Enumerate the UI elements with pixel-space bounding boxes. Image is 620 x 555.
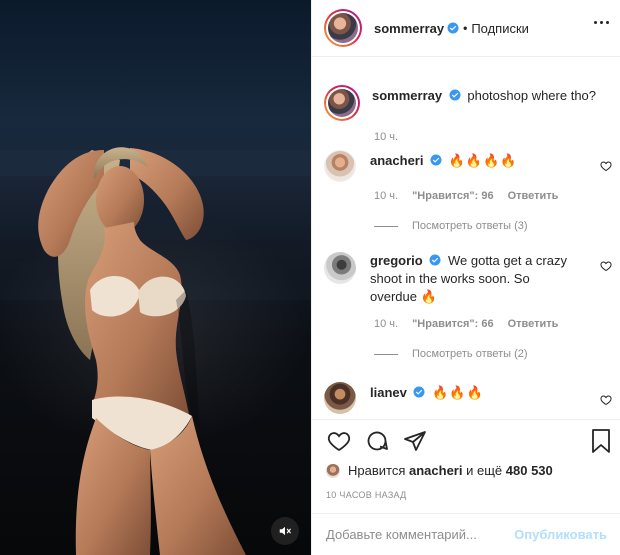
like-comment-heart-icon[interactable] bbox=[600, 160, 612, 172]
follow-button[interactable]: Подписки bbox=[471, 21, 529, 36]
heart-icon bbox=[327, 431, 351, 451]
caption-username[interactable]: sommerray bbox=[372, 88, 442, 103]
comment-avatar[interactable] bbox=[324, 150, 356, 182]
comment-item: lianev 🔥🔥🔥 bbox=[324, 382, 614, 414]
caption-avatar[interactable] bbox=[324, 85, 360, 121]
caption-time[interactable]: 10 ч. bbox=[374, 131, 398, 143]
comment-likes[interactable]: "Нравится": 96 bbox=[412, 190, 493, 202]
replies-divider bbox=[374, 353, 398, 355]
like-comment-heart-icon[interactable] bbox=[600, 260, 612, 272]
comment-time[interactable]: 10 ч. bbox=[374, 318, 398, 330]
more-options-button[interactable] bbox=[594, 21, 609, 24]
publish-button[interactable]: Опубликовать bbox=[514, 527, 607, 542]
share-button[interactable] bbox=[402, 428, 428, 454]
comment-text: 🔥🔥🔥 bbox=[432, 385, 484, 400]
comment-button[interactable] bbox=[364, 428, 390, 454]
likes-summary[interactable]: Нравится anacheri и ещё 480 530 bbox=[326, 463, 553, 478]
comment-avatar[interactable] bbox=[324, 382, 356, 414]
mute-button[interactable] bbox=[271, 517, 299, 545]
post-media[interactable] bbox=[0, 0, 311, 555]
likes-count[interactable]: 480 530 bbox=[506, 463, 553, 478]
more-icon bbox=[594, 21, 597, 24]
verified-icon bbox=[413, 386, 425, 398]
header-separator: • bbox=[463, 21, 468, 35]
reply-button[interactable]: Ответить bbox=[508, 318, 559, 330]
caption-text: photoshop where tho? bbox=[467, 88, 597, 103]
author-avatar[interactable] bbox=[324, 9, 362, 47]
view-replies-button[interactable]: Посмотреть ответы (3) bbox=[374, 220, 614, 232]
save-button[interactable] bbox=[589, 428, 613, 457]
comment-text-line-2: shoot in the works soon. So bbox=[370, 271, 530, 286]
comment-input[interactable] bbox=[326, 527, 515, 542]
reply-button[interactable]: Ответить bbox=[508, 190, 559, 202]
post-sidebar: sommerray • Подписки sommerray photoshop… bbox=[311, 0, 620, 555]
comment-text-line-3: overdue 🔥 bbox=[370, 289, 437, 304]
comments-list[interactable]: sommerray photoshop where tho? 10 ч. ana… bbox=[312, 57, 620, 419]
comment-time[interactable]: 10 ч. bbox=[374, 190, 398, 202]
view-replies-label: Посмотреть ответы (3) bbox=[412, 220, 528, 232]
post-header: sommerray • Подписки bbox=[312, 0, 620, 57]
post-photo bbox=[0, 147, 311, 555]
author-username[interactable]: sommerray bbox=[374, 21, 444, 36]
like-button[interactable] bbox=[326, 428, 352, 454]
comment-username[interactable]: lianev bbox=[370, 385, 407, 400]
likes-prefix: Нравится bbox=[348, 463, 406, 478]
instagram-post-viewer: sommerray • Подписки sommerray photoshop… bbox=[0, 0, 620, 555]
bookmark-icon bbox=[592, 429, 610, 453]
like-comment-heart-icon[interactable] bbox=[600, 394, 612, 406]
comment-likes[interactable]: "Нравится": 66 bbox=[412, 318, 493, 330]
comment-text-line-1: We gotta get a crazy bbox=[447, 253, 567, 268]
post-timestamp[interactable]: 10 ЧАСОВ НАЗАД bbox=[326, 490, 407, 500]
verified-icon bbox=[430, 154, 442, 166]
comment-username[interactable]: gregorio bbox=[370, 253, 423, 268]
mute-icon bbox=[279, 526, 291, 536]
comment-username[interactable]: anacheri bbox=[370, 153, 423, 168]
replies-divider bbox=[374, 225, 398, 227]
liker-avatar bbox=[326, 463, 340, 478]
likes-middle: и ещё bbox=[466, 463, 503, 478]
verified-icon bbox=[429, 254, 441, 266]
post-actions bbox=[312, 419, 620, 461]
comment-text: 🔥🔥🔥🔥 bbox=[448, 153, 518, 168]
comment-icon bbox=[367, 431, 388, 450]
share-icon bbox=[404, 430, 426, 451]
verified-icon bbox=[447, 22, 459, 34]
view-replies-label: Посмотреть ответы (2) bbox=[412, 348, 528, 360]
add-comment-bar: Опубликовать bbox=[312, 513, 620, 555]
comment-avatar[interactable] bbox=[324, 252, 356, 284]
caption: sommerray photoshop where tho? 10 ч. bbox=[324, 85, 614, 143]
view-replies-button[interactable]: Посмотреть ответы (2) bbox=[374, 348, 614, 360]
likes-user[interactable]: anacheri bbox=[409, 463, 462, 478]
comment-item: gregorio We gotta get a crazy shoot in t… bbox=[324, 252, 614, 360]
verified-icon bbox=[449, 89, 461, 101]
comment-item: anacheri 🔥🔥🔥🔥 10 ч. "Нравится": 96 Ответ… bbox=[324, 150, 614, 232]
